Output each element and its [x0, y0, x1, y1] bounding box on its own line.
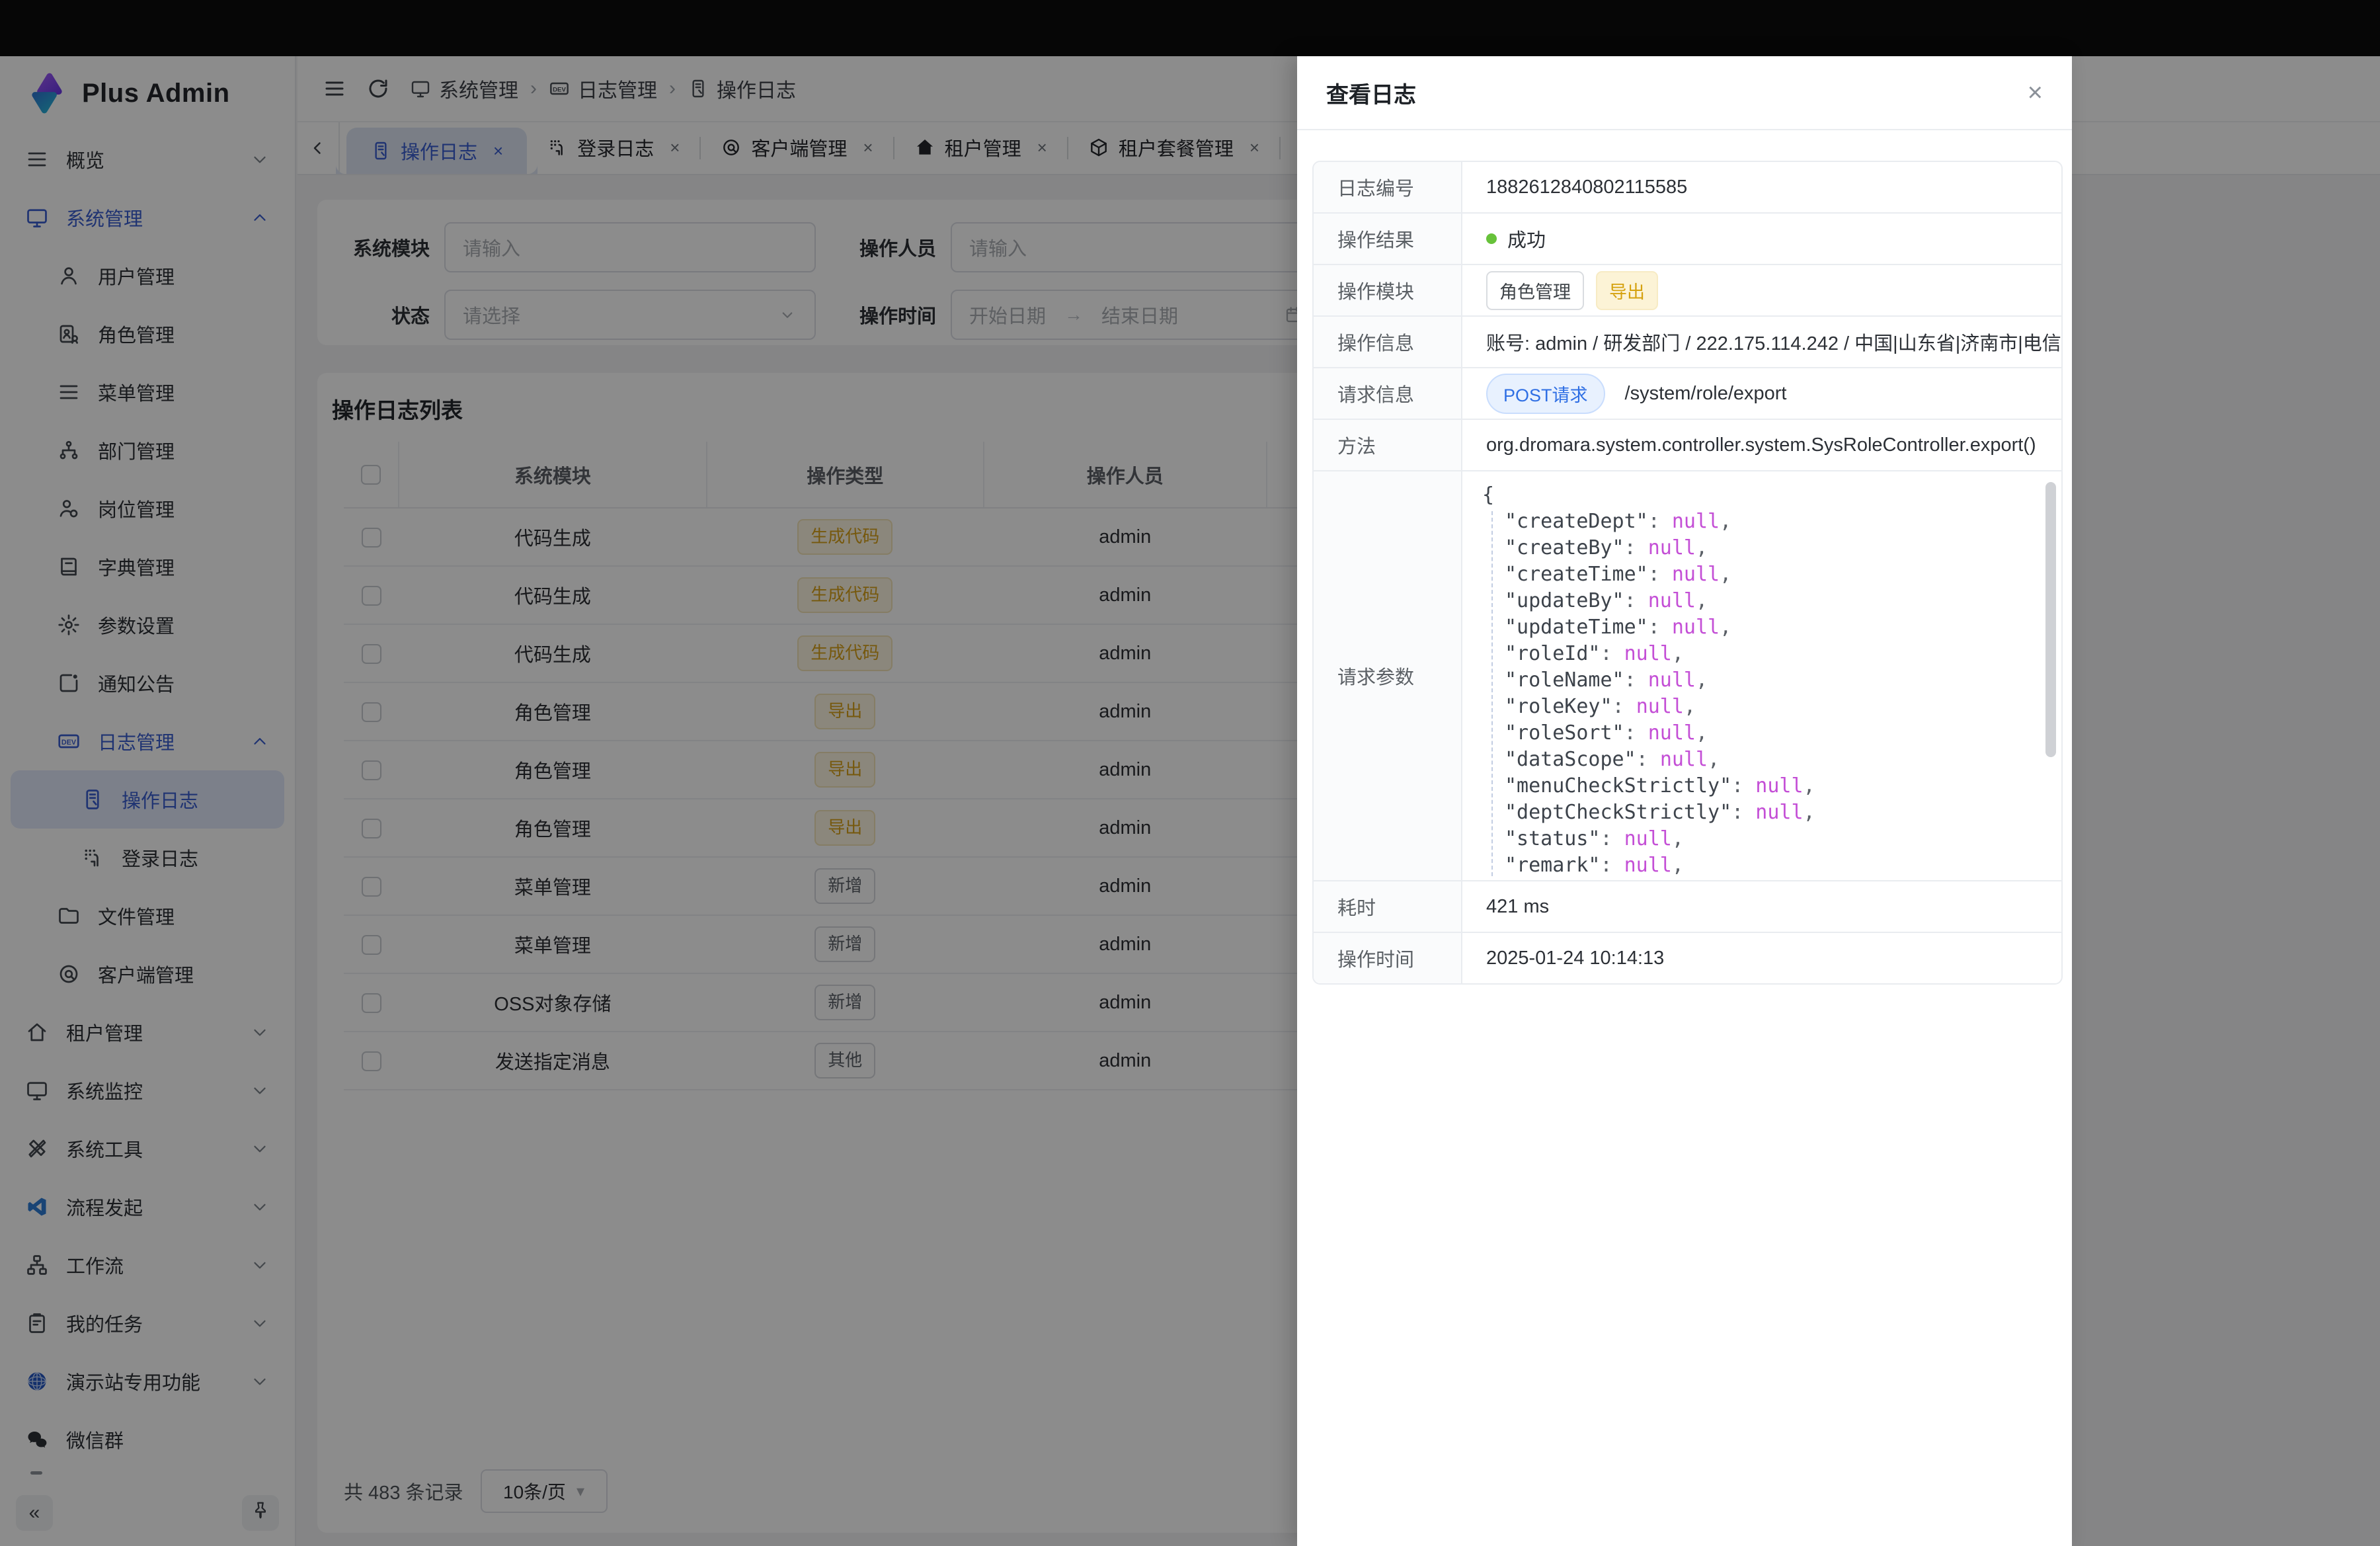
code-line: "deptCheckStrictly": null,	[1482, 799, 2032, 826]
detail-row-请求信息: 请求信息POST请求/system/role/export	[1314, 368, 2061, 420]
detail-row-操作模块: 操作模块角色管理导出	[1314, 265, 2061, 317]
detail-label: 操作信息	[1314, 317, 1462, 367]
drawer-title: 查看日志	[1326, 77, 1416, 109]
detail-row-操作结果: 操作结果 成功	[1314, 214, 2061, 265]
detail-value: 角色管理导出	[1462, 265, 2061, 315]
detail-row-操作时间: 操作时间2025-01-24 10:14:13	[1314, 933, 2061, 983]
detail-label: 日志编号	[1314, 162, 1462, 212]
code-line: "updateBy": null,	[1482, 588, 2032, 614]
detail-value: 421 ms	[1462, 881, 2061, 932]
detail-value: 1882612840802115585	[1462, 162, 2061, 212]
detail-label: 操作模块	[1314, 265, 1462, 315]
code-line: "menuCheckStrictly": null,	[1482, 773, 2032, 799]
view-log-drawer: 查看日志 × 日志编号1882612840802115585操作结果 成功操作模块…	[1297, 56, 2072, 1546]
detail-row-请求参数: 请求参数{"createDept": null,"createBy": null…	[1314, 471, 2061, 881]
scrollbar-thumb[interactable]	[2045, 482, 2056, 757]
indent-guide	[1491, 511, 1493, 876]
code-line: "roleId": null,	[1482, 641, 2032, 667]
request-params-json[interactable]: {"createDept": null,"createBy": null,"cr…	[1462, 471, 2061, 880]
detail-row-方法: 方法org.dromara.system.controller.system.S…	[1314, 420, 2061, 471]
log-detail-table: 日志编号1882612840802115585操作结果成功操作模块角色管理导出操…	[1312, 161, 2063, 985]
detail-label: 请求参数	[1314, 471, 1462, 880]
code-scrollbar[interactable]	[2045, 481, 2056, 870]
request-path: /system/role/export	[1625, 383, 1787, 405]
module-tag: 角色管理	[1486, 271, 1584, 310]
detail-label: 方法	[1314, 420, 1462, 470]
code-line: "updateTime": null,	[1482, 614, 2032, 641]
close-icon[interactable]: ×	[2028, 79, 2043, 106]
app-window: Plus Admin 概览系统管理用户管理角色管理菜单管理部门管理岗位管理字典管…	[0, 56, 2380, 1546]
detail-label: 耗时	[1314, 881, 1462, 932]
module-tag: 导出	[1596, 271, 1658, 310]
code-line: "remark": null,	[1482, 852, 2032, 879]
code-line: "createDept": null,	[1482, 509, 2032, 535]
detail-label: 操作时间	[1314, 933, 1462, 983]
post-request-tag: POST请求	[1486, 374, 1605, 414]
detail-value: POST请求/system/role/export	[1462, 368, 2061, 419]
detail-row-日志编号: 日志编号1882612840802115585	[1314, 162, 2061, 214]
detail-row-耗时: 耗时421 ms	[1314, 881, 2061, 933]
detail-value: 成功	[1462, 214, 2061, 264]
drawer-header: 查看日志 ×	[1297, 56, 2072, 130]
detail-label: 请求信息	[1314, 368, 1462, 419]
detail-value: {"createDept": null,"createBy": null,"cr…	[1462, 471, 2061, 880]
code-line: "roleKey": null,	[1482, 694, 2032, 720]
code-line: "roleSort": null,	[1482, 720, 2032, 747]
detail-value: org.dromara.system.controller.system.Sys…	[1462, 420, 2061, 470]
detail-value: 2025-01-24 10:14:13	[1462, 933, 2061, 983]
screen: Plus Admin 概览系统管理用户管理角色管理菜单管理部门管理岗位管理字典管…	[0, 0, 2380, 1546]
code-line: "roleName": null,	[1482, 667, 2032, 694]
detail-value: 账号: admin / 研发部门 / 222.175.114.242 / 中国|…	[1462, 317, 2061, 367]
detail-row-操作信息: 操作信息账号: admin / 研发部门 / 222.175.114.242 /…	[1314, 317, 2061, 368]
success-dot-icon	[1486, 233, 1497, 244]
detail-label: 操作结果	[1314, 214, 1462, 264]
code-line: "dataScope": null,	[1482, 747, 2032, 773]
code-line: "createTime": null,	[1482, 561, 2032, 588]
code-line: "createBy": null,	[1482, 535, 2032, 561]
top-black-bar	[0, 0, 2380, 56]
code-line: "status": null,	[1482, 826, 2032, 852]
code-line: {	[1482, 482, 2032, 509]
status-text: 成功	[1507, 225, 1546, 253]
